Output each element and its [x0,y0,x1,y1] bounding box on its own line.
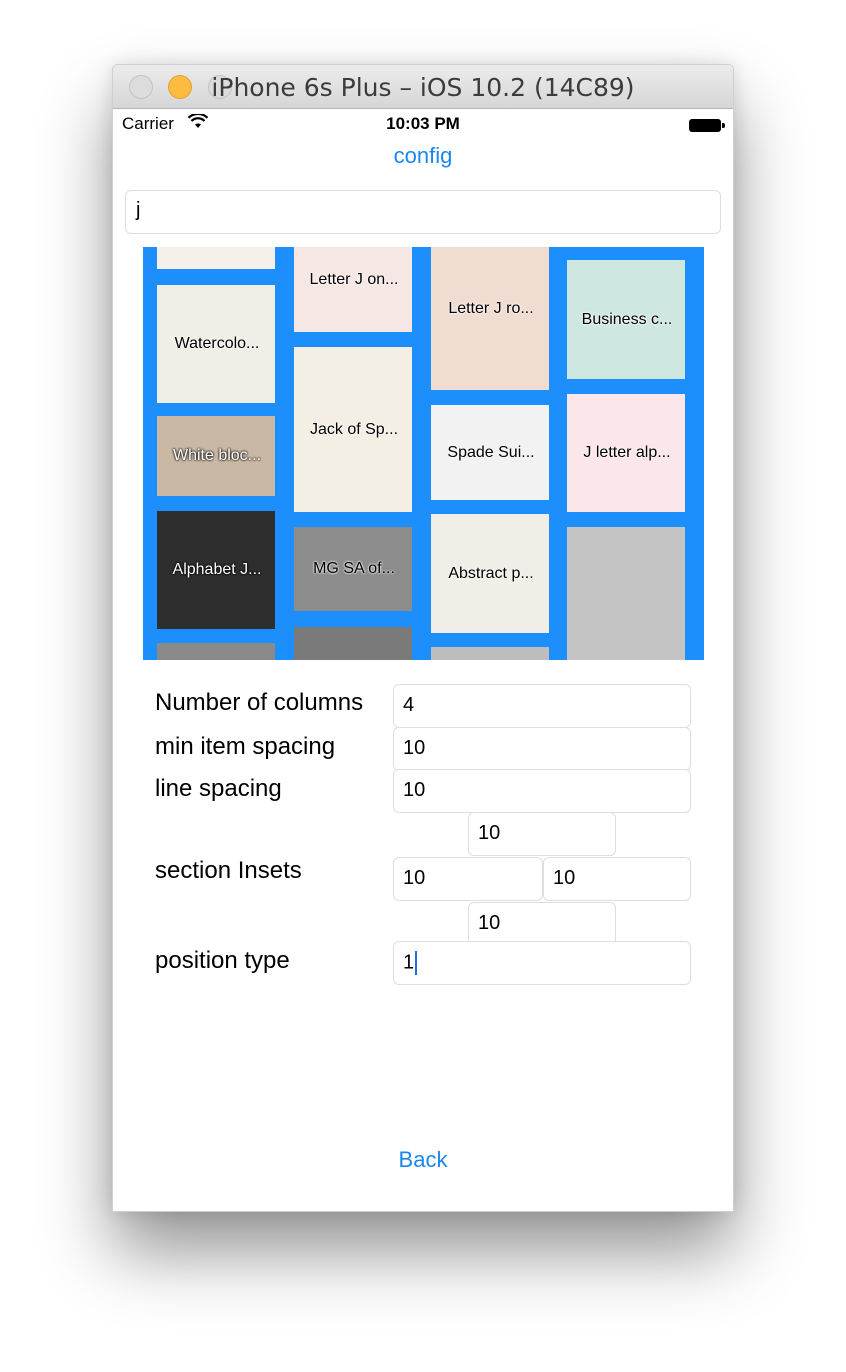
line-spacing-field[interactable]: 10 [393,769,691,813]
status-time: 10:03 PM [386,114,460,133]
grid-image-tile[interactable]: J letter alp... [567,394,685,512]
text-cursor [415,951,418,975]
inset-bottom-field[interactable]: 10 [468,902,616,946]
grid-image-caption: Business c... [581,310,673,328]
grid-image-caption [435,647,547,660]
grid-image-tile[interactable] [431,647,549,660]
inset-right-field[interactable]: 10 [543,857,691,901]
grid-image-caption [571,527,683,660]
grid-image-tile[interactable]: Business c... [567,260,685,379]
search-input[interactable]: j [125,190,721,234]
grid-image-caption: J letter alp... [583,444,671,461]
window-title: iPhone 6s Plus – iOS 10.2 (14C89) [211,73,635,102]
grid-image-caption: White bloc... [172,447,262,464]
grid-image-tile[interactable]: Letter J ro... [431,247,549,390]
columns-field[interactable]: 4 [393,684,691,728]
grid-image-caption: Jack of Sp... [309,420,399,438]
nav-title: config [393,143,453,168]
grid-image-caption [161,643,273,660]
grid-image-tile[interactable]: Watercolo... [157,285,275,403]
status-bar: Carrier 10:03 PM [113,109,733,139]
grid-image-caption: Watercolo... [174,335,260,352]
position-type-label: position type [155,947,290,974]
simulator-window: iPhone 6s Plus – iOS 10.2 (14C89) Carrie… [112,64,734,1212]
grid-image-tile[interactable] [157,643,275,660]
position-type-field[interactable]: 1 [393,941,691,985]
grid-image-caption: MG SA of... [313,560,395,577]
grid-image-caption: Abstract p... [448,564,534,582]
grid-image-caption [161,247,273,269]
grid-image-tile[interactable]: Letter J on... [294,247,412,332]
min-item-spacing-label: min item spacing [155,733,336,760]
image-collection-view[interactable]: Watercolo... White bloc... Alphabet J... Le… [143,247,704,660]
battery-icon [689,119,725,132]
grid-image-caption: Letter J on... [309,270,399,288]
grid-image-caption: Spade Sui... [447,443,535,461]
grid-image-tile[interactable]: Abstract p... [431,514,549,633]
grid-image-caption: Letter J ro... [448,299,534,317]
grid-image-tile[interactable]: Jack of Sp... [294,347,412,512]
grid-image-caption: Alphabet J... [172,561,262,578]
grid-image-tile[interactable]: Spade Sui... [431,405,549,500]
columns-label: Number of columns [155,689,364,716]
grid-image-tile[interactable] [294,627,412,660]
position-type-value: 1 [403,951,415,974]
grid-image-tile[interactable] [567,527,685,660]
section-insets-label: section Insets [155,857,302,884]
title-bar: iPhone 6s Plus – iOS 10.2 (14C89) [113,65,733,109]
line-spacing-label: line spacing [155,775,282,802]
grid-image-tile[interactable] [157,247,275,269]
grid-image-tile[interactable]: MG SA of... [294,527,412,611]
grid-image-tile[interactable]: Alphabet J... [157,511,275,629]
inset-left-field[interactable]: 10 [393,857,543,901]
grid-image-caption [298,627,410,660]
inset-top-field[interactable]: 10 [468,812,616,856]
grid-image-tile[interactable]: White bloc... [157,416,275,496]
back-button[interactable]: Back [113,1147,733,1173]
min-item-spacing-field[interactable]: 10 [393,727,691,771]
